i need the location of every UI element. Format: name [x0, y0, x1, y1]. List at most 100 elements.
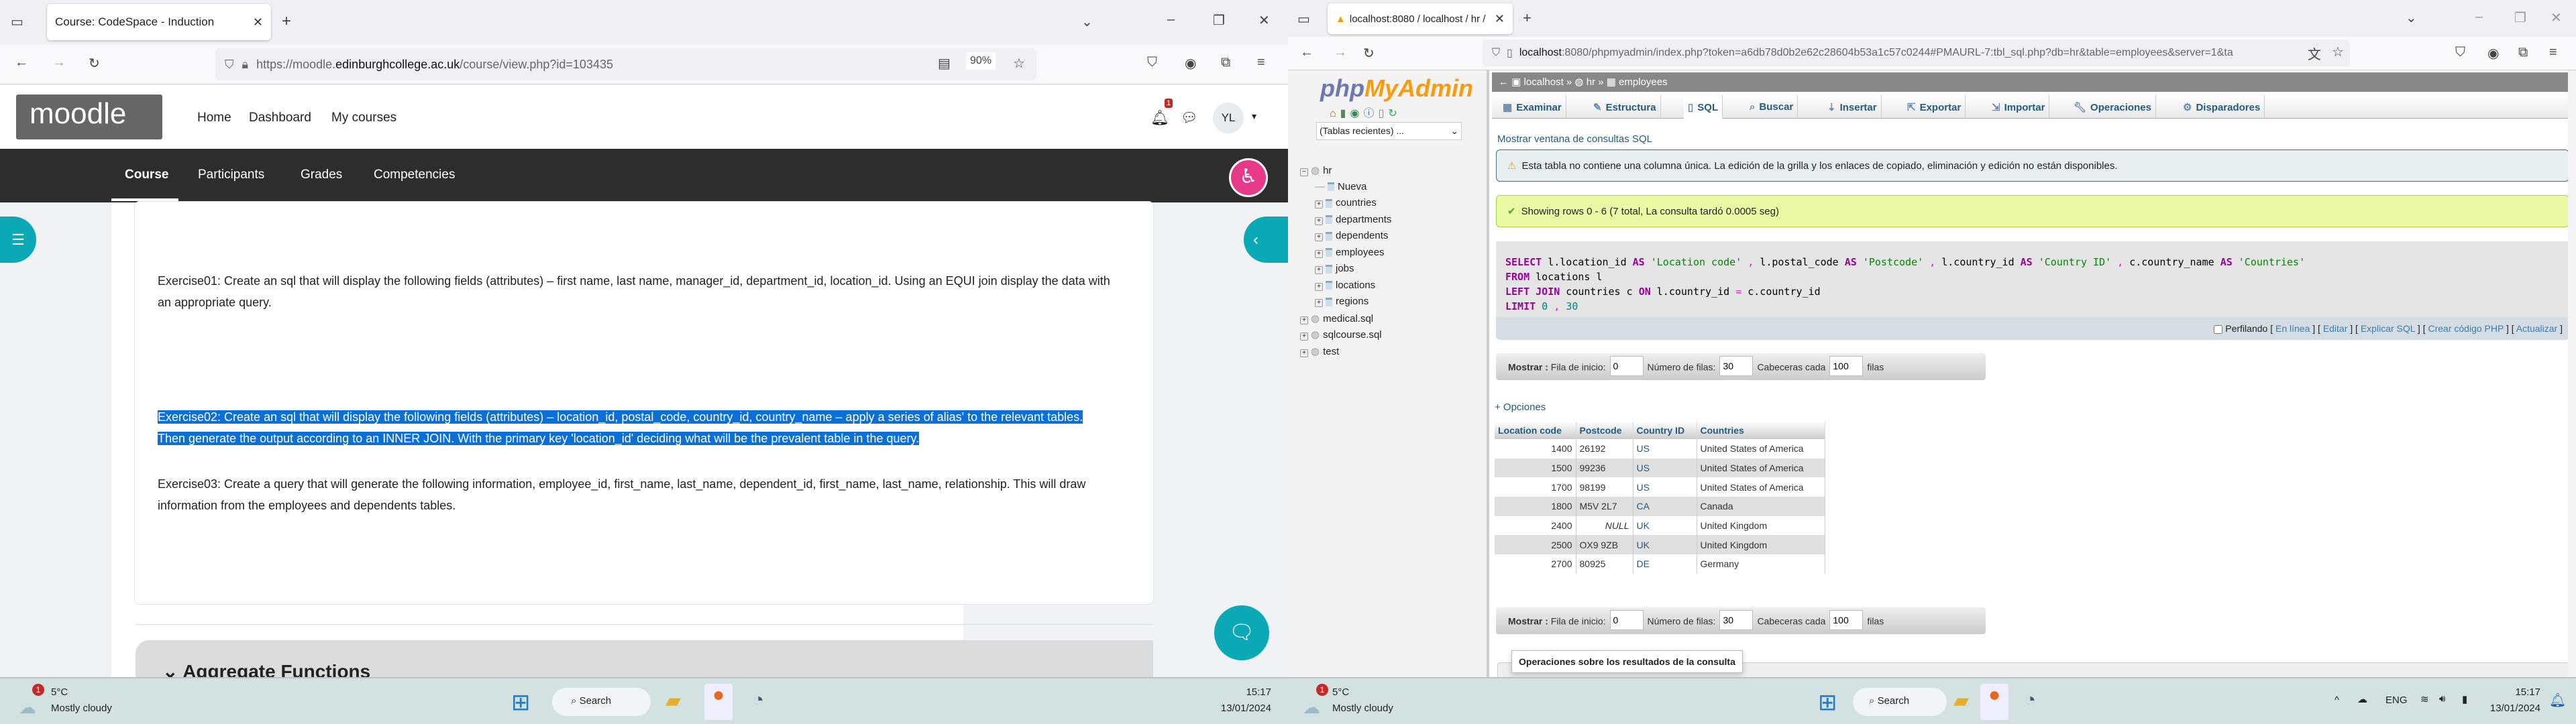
expand-icon[interactable]: + — [1315, 217, 1323, 225]
restore-icon[interactable]: ❐ — [1213, 12, 1225, 29]
reload-icon[interactable]: ↻ — [89, 55, 100, 72]
headers-every-input[interactable] — [1829, 356, 1864, 376]
expand-icon[interactable]: + — [1315, 249, 1323, 258]
chat-bubble-icon[interactable]: 🗨︎ — [1214, 605, 1269, 660]
inline-edit-link[interactable]: En línea — [2275, 323, 2310, 334]
start-row-input[interactable] — [1609, 356, 1644, 376]
block-drawer-toggle-icon[interactable]: ‹ — [1244, 217, 1288, 263]
weather-temp[interactable]: 5°C — [51, 686, 68, 698]
extensions-icon[interactable]: ⧉ — [2518, 45, 2528, 60]
row-count-input[interactable] — [1719, 356, 1754, 376]
row-count-input[interactable] — [1719, 610, 1754, 630]
extensions-icon[interactable]: ⧉ — [1221, 55, 1230, 70]
course-tab[interactable]: Course — [125, 168, 168, 182]
table-cell[interactable]: US — [1633, 458, 1697, 478]
tree-item[interactable]: + locations — [1315, 280, 1375, 291]
moodle-logo[interactable]: moodle — [16, 95, 162, 139]
docs-icon[interactable]: ⓘ — [1363, 108, 1378, 119]
zoom-level[interactable]: 90% — [966, 52, 996, 70]
close-window-icon[interactable]: ✕ — [2551, 9, 2562, 26]
table-cell[interactable]: US — [1633, 439, 1697, 459]
tree-item[interactable]: + ◍ sqlcourse.sql — [1300, 328, 1382, 341]
tab-disparadores[interactable]: ⚙ Disparadores — [2179, 95, 2265, 119]
tab-sql[interactable]: ▯ SQL — [1684, 95, 1723, 119]
column-header[interactable]: Location code — [1495, 422, 1576, 439]
menu-icon[interactable]: ≡ — [2549, 45, 2557, 60]
browser-tab[interactable]: Course: CodeSpace - Induction ✕ — [47, 4, 271, 40]
tree-item[interactable]: + countries — [1315, 197, 1377, 208]
close-tab-icon[interactable]: ✕ — [1495, 12, 1505, 26]
logout-icon[interactable]: ▮ — [1340, 108, 1350, 119]
table-cell[interactable]: CA — [1633, 497, 1697, 516]
file-explorer-icon[interactable]: ▰ — [665, 689, 681, 713]
nav-my-courses[interactable]: My courses — [331, 111, 396, 125]
list-all-tabs-icon[interactable]: ⌄ — [2406, 9, 2417, 26]
avatar[interactable]: YL — [1213, 103, 1244, 133]
options-link[interactable]: + Opciones — [1495, 402, 1546, 413]
shield-icon[interactable]: ⛉ — [225, 58, 234, 72]
expand-icon[interactable]: + — [1315, 299, 1323, 307]
nav-home[interactable]: Home — [197, 111, 231, 125]
accessibility-icon[interactable]: ♿︎ — [1229, 158, 1268, 197]
breadcrumb-table[interactable]: employees — [1619, 76, 1668, 88]
table-cell[interactable]: UK — [1633, 535, 1697, 555]
expand-icon[interactable]: + — [1315, 282, 1323, 291]
tree-item[interactable]: + ◍ medical.sql — [1300, 312, 1373, 324]
search-button[interactable]: ⌕ Search — [552, 688, 651, 716]
table-cell[interactable]: US — [1633, 477, 1697, 497]
user-menu-chevron-icon[interactable]: ▾ — [1252, 111, 1256, 122]
tree-item[interactable]: + employees — [1315, 247, 1385, 258]
column-header[interactable]: Postcode — [1576, 422, 1633, 439]
tab-examinar[interactable]: ▦ Examinar — [1499, 95, 1566, 119]
lock-icon[interactable]: 🔒︎ — [242, 58, 249, 72]
firefox-icon[interactable]: ● — [704, 684, 733, 720]
clock-time[interactable]: 15:17 — [1234, 686, 1271, 698]
tab-importar[interactable]: ⇲ Importar — [1988, 95, 2050, 119]
notifications-bell-icon[interactable]: 🔔︎ — [2549, 692, 2566, 709]
settings-icon[interactable]: ▯ — [1378, 108, 1388, 119]
tab-operaciones[interactable]: 🔧︎ Operaciones — [2070, 95, 2156, 119]
windows-start-icon[interactable]: ⊞ — [1818, 689, 1837, 716]
bookmark-star-icon[interactable]: ☆ — [1013, 55, 1025, 72]
breadcrumb-server[interactable]: localhost — [1524, 76, 1564, 88]
reload-icon[interactable]: ↻ — [1363, 45, 1375, 62]
page-icon[interactable]: ▯ — [1507, 46, 1513, 60]
firefox-icon[interactable]: ● — [1980, 684, 2008, 720]
account-icon[interactable]: ◉ — [2487, 45, 2499, 62]
account-icon[interactable]: ◉ — [1185, 55, 1196, 72]
tab-list-icon[interactable]: ▭ — [1297, 11, 1310, 27]
expand-icon[interactable]: + — [1300, 333, 1308, 341]
app-icon[interactable]: ◔ — [753, 689, 764, 711]
expand-icon[interactable]: + — [1315, 200, 1323, 208]
recent-tables-select[interactable]: (Tablas recientes) ... ⌄ — [1316, 122, 1462, 140]
clock-date[interactable]: 13/01/2024 — [1204, 703, 1271, 714]
translate-icon[interactable]: 文 — [2308, 44, 2321, 63]
table-cell[interactable]: DE — [1633, 554, 1697, 574]
phpmyadmin-logo[interactable]: phpMyAdmin — [1320, 74, 1473, 103]
search-button[interactable]: ⌕ Search — [1853, 688, 1947, 716]
start-row-input[interactable] — [1609, 610, 1644, 630]
list-all-tabs-icon[interactable]: ⌄ — [1081, 13, 1093, 30]
minimize-icon[interactable]: – — [1167, 12, 1175, 27]
expand-icon[interactable]: + — [1315, 266, 1323, 274]
course-index-toggle-icon[interactable]: ☰ — [0, 217, 36, 263]
query-window-icon[interactable]: ◉ — [1350, 108, 1363, 119]
pocket-icon[interactable]: ⛉ — [2455, 45, 2465, 60]
url-bar[interactable]: ⛉ 🔒︎ https://moodle. edinburghcollege.ac.… — [215, 48, 1036, 80]
reload-nav-icon[interactable]: ↻ — [1388, 108, 1401, 119]
tree-item[interactable]: + ◍ test — [1300, 345, 1339, 357]
forward-icon[interactable]: → — [52, 55, 66, 70]
profiling-checkbox[interactable] — [2214, 324, 2223, 334]
breadcrumb-db[interactable]: hr — [1587, 76, 1595, 88]
browser-tab[interactable]: ▲ localhost:8080 / localhost / hr / ✕ — [1328, 3, 1513, 34]
bell-icon[interactable]: 🔔︎ — [1150, 109, 1169, 127]
collapse-arrow-icon[interactable]: ← — [1499, 76, 1509, 88]
back-icon[interactable]: ← — [1300, 45, 1313, 60]
tree-item[interactable]: + regions — [1315, 296, 1368, 307]
reader-view-icon[interactable]: ▤ — [938, 55, 951, 72]
onedrive-icon[interactable]: ☁ — [2357, 693, 2367, 705]
expand-icon[interactable]: + — [1315, 233, 1323, 241]
tree-item[interactable]: + departments — [1315, 214, 1391, 225]
weather-condition[interactable]: Mostly cloudy — [51, 703, 112, 714]
headers-every-input[interactable] — [1829, 610, 1864, 630]
